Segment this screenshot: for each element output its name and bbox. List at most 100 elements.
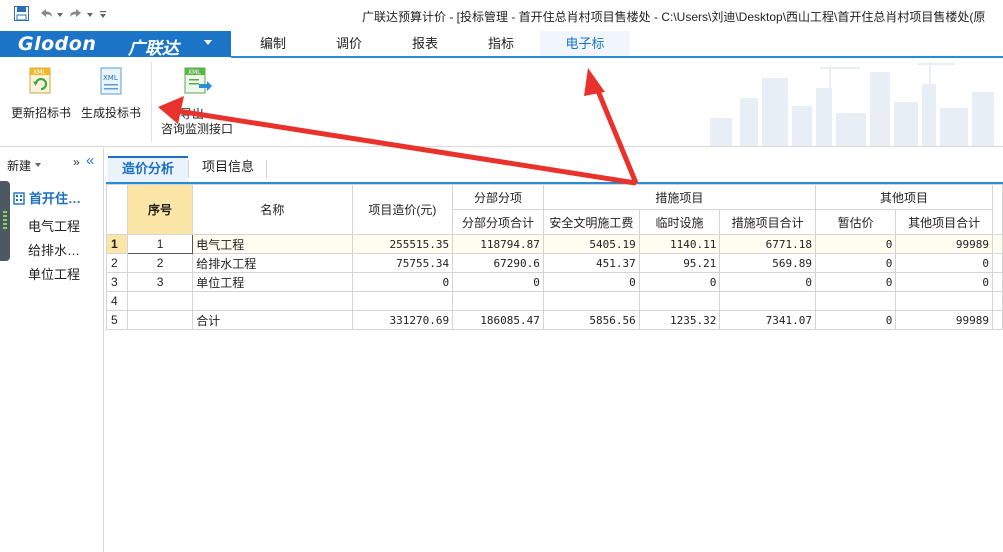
app-menu-button[interactable]: Glodon 广联达 [0,31,231,58]
cell-overflow [991,291,1003,311]
row-number[interactable]: 2 [106,253,128,273]
cell-name[interactable]: 给排水工程 [192,253,353,273]
cell-name[interactable]: 合计 [192,310,353,330]
table-row-total[interactable]: 5 合计 331270.69 186085.47 5856.56 1235.32… [106,310,1003,330]
cell-seq[interactable]: 2 [126,253,194,273]
tree-item-plumbing[interactable]: 给排水… [28,240,80,259]
header-other-group[interactable]: 其他项目 [815,184,993,210]
tree-root-project[interactable]: 首开住… [12,188,81,207]
cell-seq[interactable]: 3 [126,272,194,292]
cell-provisional[interactable] [814,291,897,311]
cell-seq[interactable] [126,291,194,311]
undo-icon[interactable] [38,5,54,23]
table-row[interactable]: 4 [106,291,1003,311]
cell-cost[interactable] [351,291,454,311]
table-row[interactable]: 2 2 给排水工程 75755.34 67290.6 451.37 95.21 … [106,253,1003,273]
tree-item-unit[interactable]: 单位工程 [28,264,80,283]
cell-provisional[interactable]: 0 [814,310,897,330]
redo-icon[interactable] [68,5,84,23]
title-bar: 广联达预算计价 - [投标管理 - 首开住总肖村项目售楼处 - C:\Users… [0,0,1003,30]
cell-safety[interactable]: 5405.19 [542,234,640,254]
cell-sub-total[interactable]: 67290.6 [452,253,544,273]
menu-tab-indicators[interactable]: 指标 [468,31,534,57]
row-number[interactable]: 4 [106,291,128,311]
cell-measures-total[interactable]: 0 [719,272,816,292]
save-icon[interactable] [14,6,29,21]
new-button[interactable]: 新建 [7,157,31,174]
cell-temp[interactable]: 95.21 [638,253,721,273]
cell-temp[interactable] [638,291,721,311]
generate-bid-button[interactable]: XML 生成投标书 [78,66,144,121]
cell-name[interactable]: 电气工程 [192,234,353,254]
consult-api-button[interactable]: XML 导出 咨询监测接口 [158,66,236,137]
cell-other-total[interactable]: 99989 [895,234,993,254]
table-row[interactable]: 1 1 电气工程 255515.35 118794.87 5405.19 114… [106,234,1003,254]
header-measures-group[interactable]: 措施项目 [542,184,817,210]
header-measures-total[interactable]: 措施项目合计 [719,209,816,235]
cell-temp[interactable]: 1140.11 [638,234,721,254]
cell-seq[interactable]: 1 [126,234,194,254]
cell-seq[interactable] [126,310,194,330]
tab-cost-analysis[interactable]: 造价分析 [108,156,188,182]
cell-provisional[interactable]: 0 [814,234,897,254]
header-sub-total[interactable]: 分部分项合计 [452,209,544,235]
cell-sub-total[interactable]: 118794.87 [452,234,544,254]
cell-measures-total[interactable]: 6771.18 [719,234,816,254]
cell-name[interactable] [192,291,353,311]
cell-cost[interactable]: 255515.35 [351,234,454,254]
cell-name[interactable]: 单位工程 [192,272,353,292]
table-row[interactable]: 3 3 单位工程 0 0 0 0 0 0 0 [106,272,1003,292]
cell-overflow [991,272,1003,292]
cell-other-total[interactable]: 99989 [895,310,993,330]
cell-sub-total[interactable]: 0 [452,272,544,292]
header-cost[interactable]: 项目造价(元) [351,184,454,235]
cell-measures-total[interactable] [719,291,816,311]
cell-safety[interactable] [542,291,640,311]
expand-icon[interactable]: » [73,155,80,169]
cell-other-total[interactable]: 0 [895,253,993,273]
cost-table: 序号 名称 项目造价(元) 分部分项 措施项目 其他项目 分部分项合计 安全文明… [106,184,1003,330]
row-number[interactable]: 1 [106,234,128,254]
cell-cost[interactable]: 331270.69 [351,310,454,330]
cell-other-total[interactable] [895,291,993,311]
header-provisional[interactable]: 暂估价 [814,209,897,235]
cell-sub-total[interactable] [452,291,544,311]
side-grip-handle[interactable] [0,181,10,261]
redo-dropdown-icon[interactable] [86,5,94,23]
tab-project-info[interactable]: 项目信息 [190,156,266,182]
cell-measures-total[interactable]: 7341.07 [719,310,816,330]
cell-cost[interactable]: 0 [351,272,454,292]
cell-measures-total[interactable]: 569.89 [719,253,816,273]
city-skyline-decoration [710,62,994,146]
header-name[interactable]: 名称 [192,184,353,235]
menu-tab-e-bid[interactable]: 电子标 [540,31,630,57]
header-temp[interactable]: 临时设施 [638,209,721,235]
cell-other-total[interactable]: 0 [895,272,993,292]
tree-item-electrical[interactable]: 电气工程 [28,216,80,235]
menu-tab-edit[interactable]: 编制 [240,31,306,57]
cell-safety[interactable]: 0 [542,272,640,292]
menu-tab-adjust-price[interactable]: 调价 [316,31,382,57]
customize-toolbar-icon[interactable] [99,5,107,23]
cell-temp[interactable]: 1235.32 [638,310,721,330]
header-safety[interactable]: 安全文明施工费 [542,209,640,235]
menu-tab-reports[interactable]: 报表 [392,31,458,57]
cell-overflow [991,253,1003,273]
cell-cost[interactable]: 75755.34 [351,253,454,273]
collapse-panel-icon[interactable]: « [86,152,94,169]
chevron-down-icon[interactable] [35,163,41,167]
row-number[interactable]: 5 [106,310,128,330]
cell-safety[interactable]: 5856.56 [542,310,640,330]
header-sub-group[interactable]: 分部分项 [452,184,544,210]
cell-overflow [991,310,1003,330]
cell-sub-total[interactable]: 186085.47 [452,310,544,330]
cell-provisional[interactable]: 0 [814,272,897,292]
cell-provisional[interactable]: 0 [814,253,897,273]
header-seq[interactable]: 序号 [126,184,194,235]
cell-temp[interactable]: 0 [638,272,721,292]
cell-safety[interactable]: 451.37 [542,253,640,273]
row-number[interactable]: 3 [106,272,128,292]
header-other-total[interactable]: 其他项目合计 [895,209,993,235]
undo-dropdown-icon[interactable] [56,5,64,23]
update-bid-button[interactable]: XML 更新招标书 [6,66,76,121]
